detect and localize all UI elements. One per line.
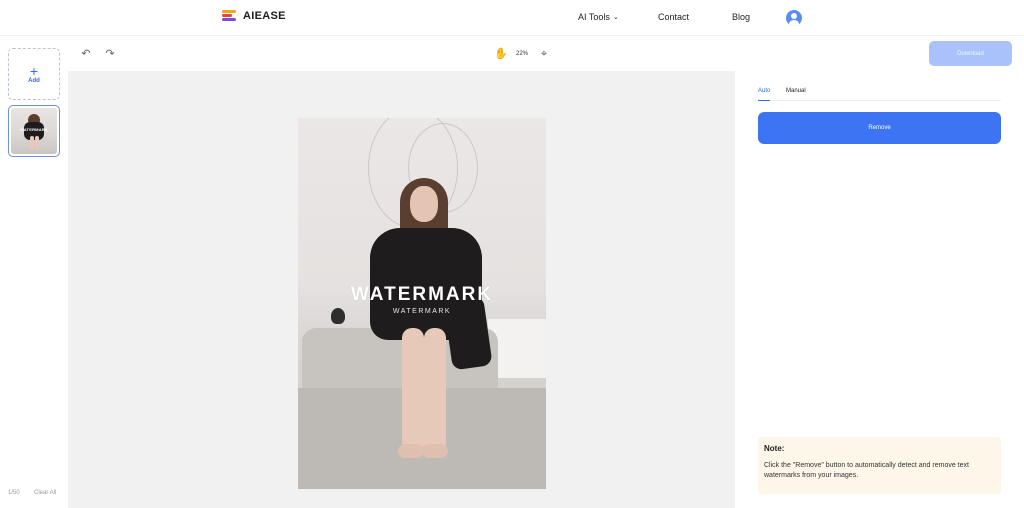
- edited-photo: WATERMARK WATERMARK: [298, 118, 546, 489]
- top-navigation: AIEASE AI Tools ⌄ Contact Blog: [0, 0, 1024, 36]
- tab-auto[interactable]: Auto: [758, 88, 771, 101]
- editor-toolbar: ↶ ↷ ✋ 22% ⌖ Download: [68, 37, 1024, 71]
- thumbnail-watermark-text: WATERMARK: [20, 127, 48, 132]
- note-text: Click the "Remove" button to automatical…: [764, 462, 969, 479]
- image-canvas[interactable]: WATERMARK WATERMARK: [68, 71, 735, 508]
- nav-ai-tools-label: AI Tools: [578, 12, 610, 22]
- person-coat-tail: [443, 295, 493, 371]
- undo-icon[interactable]: ↶: [80, 48, 92, 60]
- logo[interactable]: AIEASE: [222, 10, 286, 22]
- add-label: Add: [28, 77, 40, 84]
- image-count: 1/50: [8, 490, 20, 496]
- person-face: [410, 186, 438, 222]
- watermark-text-large: WATERMARK: [350, 284, 494, 305]
- remove-button[interactable]: Remove: [758, 112, 1001, 144]
- image-thumbnail[interactable]: WATERMARK: [8, 105, 60, 157]
- clear-all-button[interactable]: Clear All: [34, 490, 56, 496]
- image-sidebar: + Add WATERMARK 1/50 Clear All: [0, 37, 68, 508]
- person-leg: [402, 328, 424, 456]
- person-foot: [422, 444, 448, 458]
- redo-icon[interactable]: ↷: [104, 48, 116, 60]
- settings-panel: Auto Manual Remove Note: Click the "Remo…: [735, 71, 1024, 508]
- logo-text: AIEASE: [243, 10, 286, 22]
- mode-tabs: Auto Manual: [758, 88, 1001, 101]
- plus-icon: +: [29, 62, 39, 79]
- watermark-text-small: WATERMARK: [392, 308, 452, 315]
- nav-contact[interactable]: Contact: [658, 12, 689, 22]
- person-leg: [424, 328, 446, 456]
- zoom-level: 22%: [516, 51, 529, 57]
- add-image-button[interactable]: + Add: [8, 48, 60, 100]
- note-title: Note:: [764, 444, 785, 453]
- note-box: Note: Click the "Remove" button to autom…: [758, 437, 1001, 494]
- tab-manual[interactable]: Manual: [786, 88, 806, 101]
- person-foot: [398, 444, 424, 458]
- chevron-down-icon: ⌄: [612, 14, 619, 21]
- download-button[interactable]: Download: [929, 41, 1012, 66]
- nav-blog[interactable]: Blog: [732, 12, 750, 22]
- hand-pan-icon[interactable]: ✋: [494, 48, 508, 60]
- user-avatar-icon[interactable]: [786, 10, 802, 26]
- fit-screen-icon[interactable]: ⌖: [538, 48, 550, 60]
- thumbnail-image: WATERMARK: [11, 108, 57, 154]
- nav-ai-tools[interactable]: AI Tools ⌄: [578, 12, 619, 22]
- logo-icon: [222, 10, 238, 22]
